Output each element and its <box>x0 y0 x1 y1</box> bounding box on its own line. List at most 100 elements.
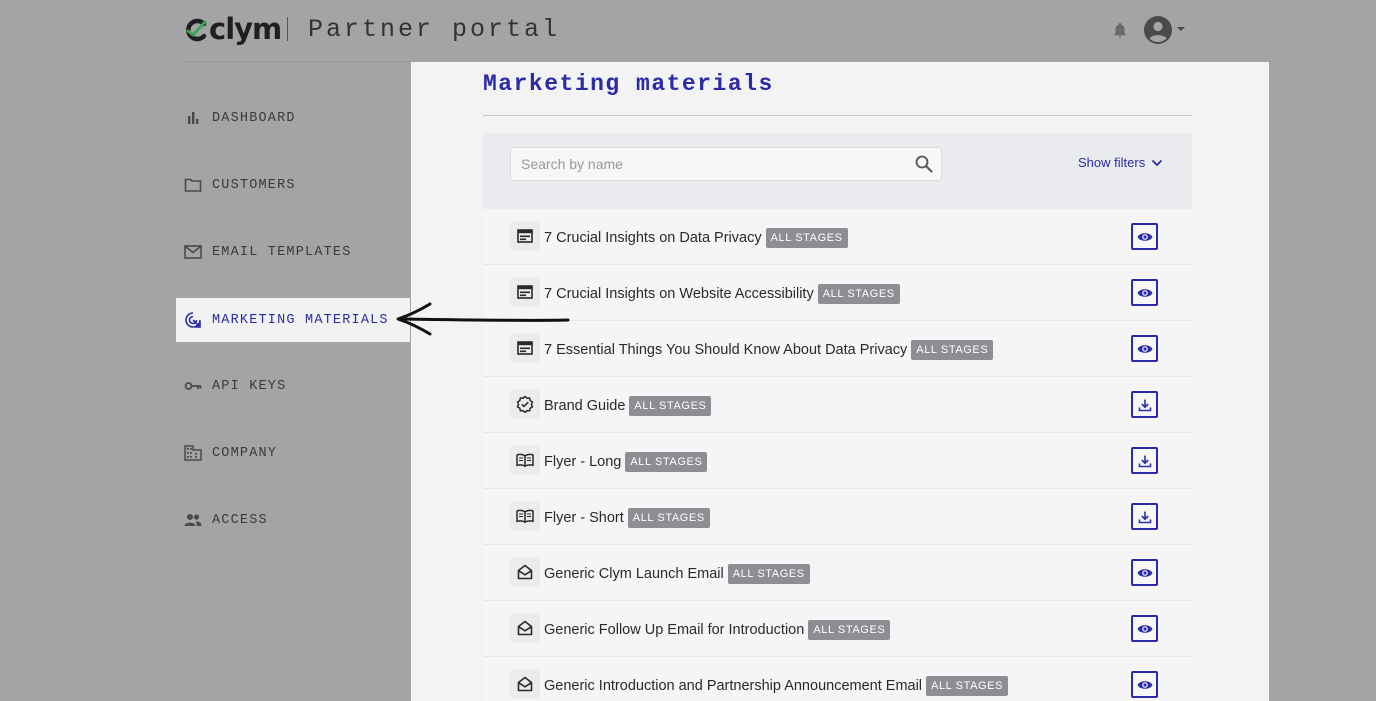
eye-icon <box>1137 624 1152 633</box>
bell-icon[interactable] <box>1111 20 1129 40</box>
download-icon <box>1138 455 1151 467</box>
article-icon <box>510 222 540 250</box>
bar-chart-icon <box>184 109 202 127</box>
sidebar-item-label: ACCESS <box>212 512 268 528</box>
clym-logo-mark-icon <box>186 18 207 42</box>
sidebar-item-label: DASHBOARD <box>212 110 296 126</box>
eye-icon <box>1137 344 1152 353</box>
building-icon <box>184 444 202 462</box>
header-divider <box>287 17 288 41</box>
show-filters-toggle[interactable]: Show filters <box>1078 155 1164 170</box>
sidebar-item-label: CUSTOMERS <box>212 177 296 193</box>
people-icon <box>184 511 202 529</box>
material-title[interactable]: Flyer - Short ALL STAGES <box>544 508 710 528</box>
list-item: 7 Crucial Insights on Data Privacy ALL S… <box>483 209 1192 265</box>
download-button[interactable] <box>1131 503 1158 530</box>
clym-logo[interactable]: clym <box>184 12 282 46</box>
stage-badge: ALL STAGES <box>926 676 1009 696</box>
download-icon <box>1138 511 1151 523</box>
material-name: Flyer - Long <box>544 454 622 470</box>
download-button[interactable] <box>1131 391 1158 418</box>
eye-icon <box>1137 680 1152 689</box>
chevron-down-icon <box>1152 159 1163 166</box>
drafts-icon <box>510 614 540 642</box>
preview-button[interactable] <box>1131 335 1158 362</box>
book-open-icon <box>510 502 540 530</box>
header-rule <box>184 61 410 62</box>
stage-badge: ALL STAGES <box>627 508 710 528</box>
portal-title: Partner portal <box>308 15 561 44</box>
material-title[interactable]: Generic Clym Launch Email ALL STAGES <box>544 564 810 584</box>
eye-icon <box>1137 568 1152 577</box>
list-item: Brand Guide ALL STAGES <box>483 377 1192 433</box>
eye-icon <box>1137 288 1152 297</box>
stage-badge: ALL STAGES <box>727 564 810 584</box>
search-icon[interactable] <box>914 154 934 174</box>
list-item: 7 Essential Things You Should Know About… <box>483 321 1192 377</box>
preview-button[interactable] <box>1131 559 1158 586</box>
list-item: Flyer - Short ALL STAGES <box>483 489 1192 545</box>
material-name: Generic Follow Up Email for Introduction <box>544 622 805 638</box>
sidebar-item-company[interactable]: COMPANY <box>176 431 410 475</box>
search-box <box>510 147 942 181</box>
list-item: 7 Crucial Insights on Website Accessibil… <box>483 265 1192 321</box>
stage-badge: ALL STAGES <box>911 340 994 360</box>
material-title[interactable]: 7 Essential Things You Should Know About… <box>544 340 994 360</box>
preview-button[interactable] <box>1131 223 1158 250</box>
stage-badge: ALL STAGES <box>765 228 848 248</box>
account-circle-icon[interactable] <box>1143 15 1173 45</box>
list-item: Flyer - Long ALL STAGES <box>483 433 1192 489</box>
search-input[interactable] <box>511 148 903 180</box>
material-name: 7 Crucial Insights on Data Privacy <box>544 230 762 246</box>
material-title[interactable]: Brand Guide ALL STAGES <box>544 396 712 416</box>
app-header: clym Partner portal <box>0 0 1376 62</box>
page-title: Marketing materials <box>483 71 774 97</box>
material-name: 7 Essential Things You Should Know About… <box>544 342 908 358</box>
list-item: Generic Follow Up Email for Introduction… <box>483 601 1192 657</box>
material-name: 7 Crucial Insights on Website Accessibil… <box>544 286 814 302</box>
stage-badge: ALL STAGES <box>808 620 891 640</box>
book-open-icon <box>510 446 540 474</box>
material-title[interactable]: Generic Introduction and Partnership Ann… <box>544 676 1009 696</box>
eye-icon <box>1137 232 1152 241</box>
annotation-arrow-icon <box>396 302 570 336</box>
folder-icon <box>184 176 202 194</box>
material-name: Generic Introduction and Partnership Ann… <box>544 678 923 694</box>
list-item: Generic Introduction and Partnership Ann… <box>483 657 1192 701</box>
logo-wordmark: clym <box>209 12 282 46</box>
material-title[interactable]: Flyer - Long ALL STAGES <box>544 452 708 472</box>
sidebar-item-email-templates[interactable]: EMAIL TEMPLATES <box>176 230 410 274</box>
sidebar-item-customers[interactable]: CUSTOMERS <box>176 163 410 207</box>
key-icon <box>184 377 202 395</box>
download-icon <box>1138 399 1151 411</box>
preview-button[interactable] <box>1131 671 1158 698</box>
mail-icon <box>184 243 202 261</box>
show-filters-label: Show filters <box>1078 155 1146 170</box>
sidebar-item-label: COMPANY <box>212 445 278 461</box>
sidebar-item-marketing-materials[interactable]: MARKETING MATERIALS <box>176 298 410 342</box>
list-item: Generic Clym Launch Email ALL STAGES <box>483 545 1192 601</box>
drafts-icon <box>510 558 540 586</box>
sidebar-item-label: API KEYS <box>212 378 287 394</box>
material-title[interactable]: Generic Follow Up Email for Introduction… <box>544 620 891 640</box>
title-divider <box>483 115 1192 116</box>
download-button[interactable] <box>1131 447 1158 474</box>
sidebar-item-dashboard[interactable]: DASHBOARD <box>176 96 410 140</box>
sidebar-item-access[interactable]: ACCESS <box>176 498 410 542</box>
stage-badge: ALL STAGES <box>629 396 712 416</box>
drafts-icon <box>510 670 540 698</box>
main-panel: Marketing materials Show filters 7 Cruci… <box>411 62 1269 701</box>
stage-badge: ALL STAGES <box>817 284 900 304</box>
material-title[interactable]: 7 Crucial Insights on Website Accessibil… <box>544 284 900 304</box>
verified-badge-icon <box>510 390 540 418</box>
target-cursor-icon <box>184 311 202 329</box>
list-toolbar: Show filters <box>483 133 1192 209</box>
material-name: Generic Clym Launch Email <box>544 566 724 582</box>
sidebar-item-api-keys[interactable]: API KEYS <box>176 364 410 408</box>
caret-down-icon[interactable] <box>1176 24 1186 34</box>
preview-button[interactable] <box>1131 615 1158 642</box>
sidebar-item-label: EMAIL TEMPLATES <box>212 244 352 260</box>
preview-button[interactable] <box>1131 279 1158 306</box>
sidebar-item-label: MARKETING MATERIALS <box>212 312 389 328</box>
material-title[interactable]: 7 Crucial Insights on Data Privacy ALL S… <box>544 228 848 248</box>
